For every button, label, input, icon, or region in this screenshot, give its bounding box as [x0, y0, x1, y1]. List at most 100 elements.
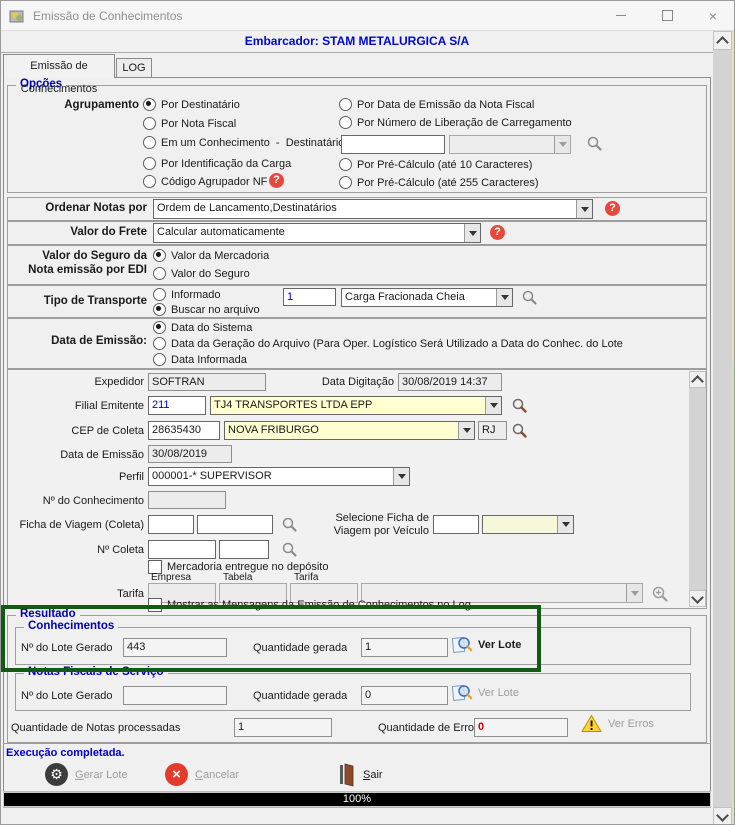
nfs-quantidade-gerada-field: 0 — [361, 686, 448, 705]
radio-pre-calculo-10[interactable]: Por Pré-Cálculo (até 10 Caracteres) — [339, 158, 532, 171]
search-icon[interactable] — [281, 516, 298, 533]
radio-label: Valor do Seguro — [171, 267, 250, 280]
perfil-select[interactable]: 000001-* SUPERVISOR — [148, 467, 410, 486]
window-title: Emissão de Conhecimentos — [33, 9, 183, 23]
filial-nome-select[interactable]: TJ4 TRANSPORTES LTDA EPP — [210, 396, 502, 415]
liberacao-select[interactable] — [449, 135, 571, 154]
radio-icon — [153, 267, 166, 280]
cep-input[interactable]: 28635430 — [148, 421, 220, 440]
inner-scrollbar[interactable] — [689, 371, 706, 607]
radio-data-sistema[interactable]: Data do Sistema — [153, 321, 252, 334]
help-icon[interactable]: ? — [490, 225, 505, 240]
radio-data-geracao[interactable]: Data da Geração do Arquivo (Para Oper. L… — [153, 337, 623, 350]
radio-label: Data Informada — [171, 353, 247, 366]
chevron-down-icon — [485, 397, 501, 414]
search-icon[interactable] — [281, 541, 298, 558]
chevron-down-icon — [626, 584, 642, 602]
radio-informado[interactable]: Informado — [153, 288, 221, 301]
radio-label: Valor da Mercadoria — [171, 249, 270, 262]
nfs-quantidade-gerada-label: Quantidade gerada — [253, 690, 348, 702]
status-message: Execução completada. — [6, 747, 125, 759]
outer-scrollbar[interactable] — [713, 31, 732, 824]
ordenar-select[interactable]: Ordem de Lancamento,Destinatários — [153, 199, 593, 219]
radio-icon — [339, 176, 352, 189]
radio-por-destinatario[interactable]: Por Destinatário — [143, 98, 240, 111]
radio-em-um-conhecimento[interactable]: Em um Conhecimento - Destinatário — [143, 136, 344, 149]
title-bar: Emissão de Conhecimentos × — [1, 1, 734, 31]
chevron-down-icon — [464, 224, 480, 242]
radio-buscar-arquivo[interactable]: Buscar no arquivo — [153, 303, 260, 316]
mostrar-mensagens-checkbox[interactable]: Mostrar as Mensagens da Emissão de Conhe… — [148, 598, 471, 612]
radio-label: Por Identificação da Carga — [161, 157, 292, 170]
inner-scroll-down-button[interactable] — [689, 590, 706, 607]
radio-por-data-emissao-nf[interactable]: Por Data de Emissão da Nota Fiscal — [339, 98, 534, 111]
radio-por-numero-liberacao[interactable]: Por Número de Liberação de Carregamento — [339, 116, 572, 129]
combo-value: Calcular automaticamente — [157, 226, 285, 238]
conhecimento-field — [148, 491, 226, 509]
sair-button[interactable]: Sair — [339, 763, 383, 787]
close-icon: × — [708, 7, 718, 24]
minimize-icon — [616, 15, 626, 16]
coleta-input-2[interactable] — [219, 540, 269, 559]
radio-por-identificacao-carga[interactable]: Por Identificação da Carga — [143, 157, 291, 170]
radio-label: Informado — [171, 288, 221, 301]
search-icon[interactable] — [511, 397, 528, 414]
combo-value: TJ4 TRANSPORTES LTDA EPP — [211, 397, 485, 414]
radio-icon — [339, 98, 352, 111]
tab-log[interactable]: LOG — [116, 58, 152, 78]
outer-scroll-down-button[interactable] — [713, 807, 732, 824]
radio-pre-calculo-255[interactable]: Por Pré-Cálculo (até 255 Caracteres) — [339, 176, 539, 189]
nfs-lote-gerado-label: Nº do Lote Gerado — [21, 690, 113, 702]
radio-por-nota-fiscal[interactable]: Por Nota Fiscal — [143, 117, 236, 130]
search-icon[interactable] — [521, 289, 538, 306]
lote-gerado-field: 443 — [123, 638, 227, 657]
close-button[interactable]: × — [690, 1, 734, 30]
frete-label: Valor do Frete — [70, 226, 147, 238]
radio-selected-icon — [143, 98, 156, 111]
liberacao-input[interactable] — [341, 135, 445, 154]
notas-processadas-field: 1 — [234, 718, 332, 737]
chevron-down-icon — [716, 808, 729, 822]
radio-data-informada[interactable]: Data Informada — [153, 353, 247, 366]
app-icon — [9, 10, 24, 23]
tarifa-header-tabela: Tabela — [223, 572, 253, 583]
minimize-button[interactable] — [598, 1, 644, 30]
ficha-por-veiculo-select[interactable] — [482, 515, 574, 534]
frete-select[interactable]: Calcular automaticamente — [153, 223, 481, 243]
ver-lote-label: Ver Lote — [478, 639, 522, 651]
radio-label: Em um Conhecimento - Destinatário — [161, 136, 345, 149]
radio-codigo-agrupador-nf[interactable]: Código Agrupador NF — [143, 175, 267, 188]
help-icon[interactable]: ? — [605, 201, 620, 216]
embarcador-header: Embarcador: STAM METALURGICA S/A — [1, 31, 713, 53]
coleta-input-1[interactable] — [148, 540, 216, 559]
combo-value: NOVA FRIBURGO — [225, 422, 458, 439]
veiculo-input[interactable] — [433, 515, 479, 534]
tab-emissao-de-conhecimentos[interactable]: Emissão de Conhecimentos — [3, 54, 115, 95]
ver-lote-button[interactable]: Ver Lote — [451, 635, 521, 655]
ficha-viagem-input-1[interactable] — [148, 515, 194, 534]
ver-erros-label: Ver Erros — [608, 717, 654, 730]
cidade-select[interactable]: NOVA FRIBURGO — [224, 421, 475, 440]
radio-valor-seguro[interactable]: Valor do Seguro — [153, 267, 250, 280]
radio-label: Por Data de Emissão da Nota Fiscal — [357, 98, 535, 111]
search-icon[interactable] — [586, 135, 603, 152]
cep-label: CEP de Coleta — [71, 425, 144, 437]
radio-valor-mercadoria[interactable]: Valor da Mercadoria — [153, 249, 269, 262]
radio-icon — [143, 117, 156, 130]
ficha-viagem-input-2[interactable] — [197, 515, 273, 534]
maximize-button[interactable] — [644, 1, 690, 30]
cancelar-button[interactable]: × Cancelar — [165, 763, 239, 786]
cancelar-label: Cancelar — [195, 768, 240, 781]
transporte-codigo-input[interactable]: 1 — [283, 288, 336, 306]
conhecimento-label: Nº do Conhecimento — [42, 495, 144, 507]
help-icon[interactable]: ? — [269, 173, 284, 188]
transporte-tipo-select[interactable]: Carga Fracionada Cheia — [341, 288, 513, 307]
checkbox-label: Mostrar as Mensagens da Emissão de Conhe… — [167, 599, 471, 611]
outer-scroll-up-button[interactable] — [713, 31, 732, 50]
inner-scroll-up-button[interactable] — [689, 371, 706, 388]
filial-codigo-input[interactable]: 211 — [148, 396, 206, 415]
selecione-ficha-label-line2: Viagem por Veículo — [333, 525, 429, 537]
quantidade-gerada-label: Quantidade gerada — [253, 642, 348, 654]
radio-label: Data da Geração do Arquivo (Para Oper. L… — [171, 337, 623, 350]
search-icon[interactable] — [511, 422, 528, 439]
